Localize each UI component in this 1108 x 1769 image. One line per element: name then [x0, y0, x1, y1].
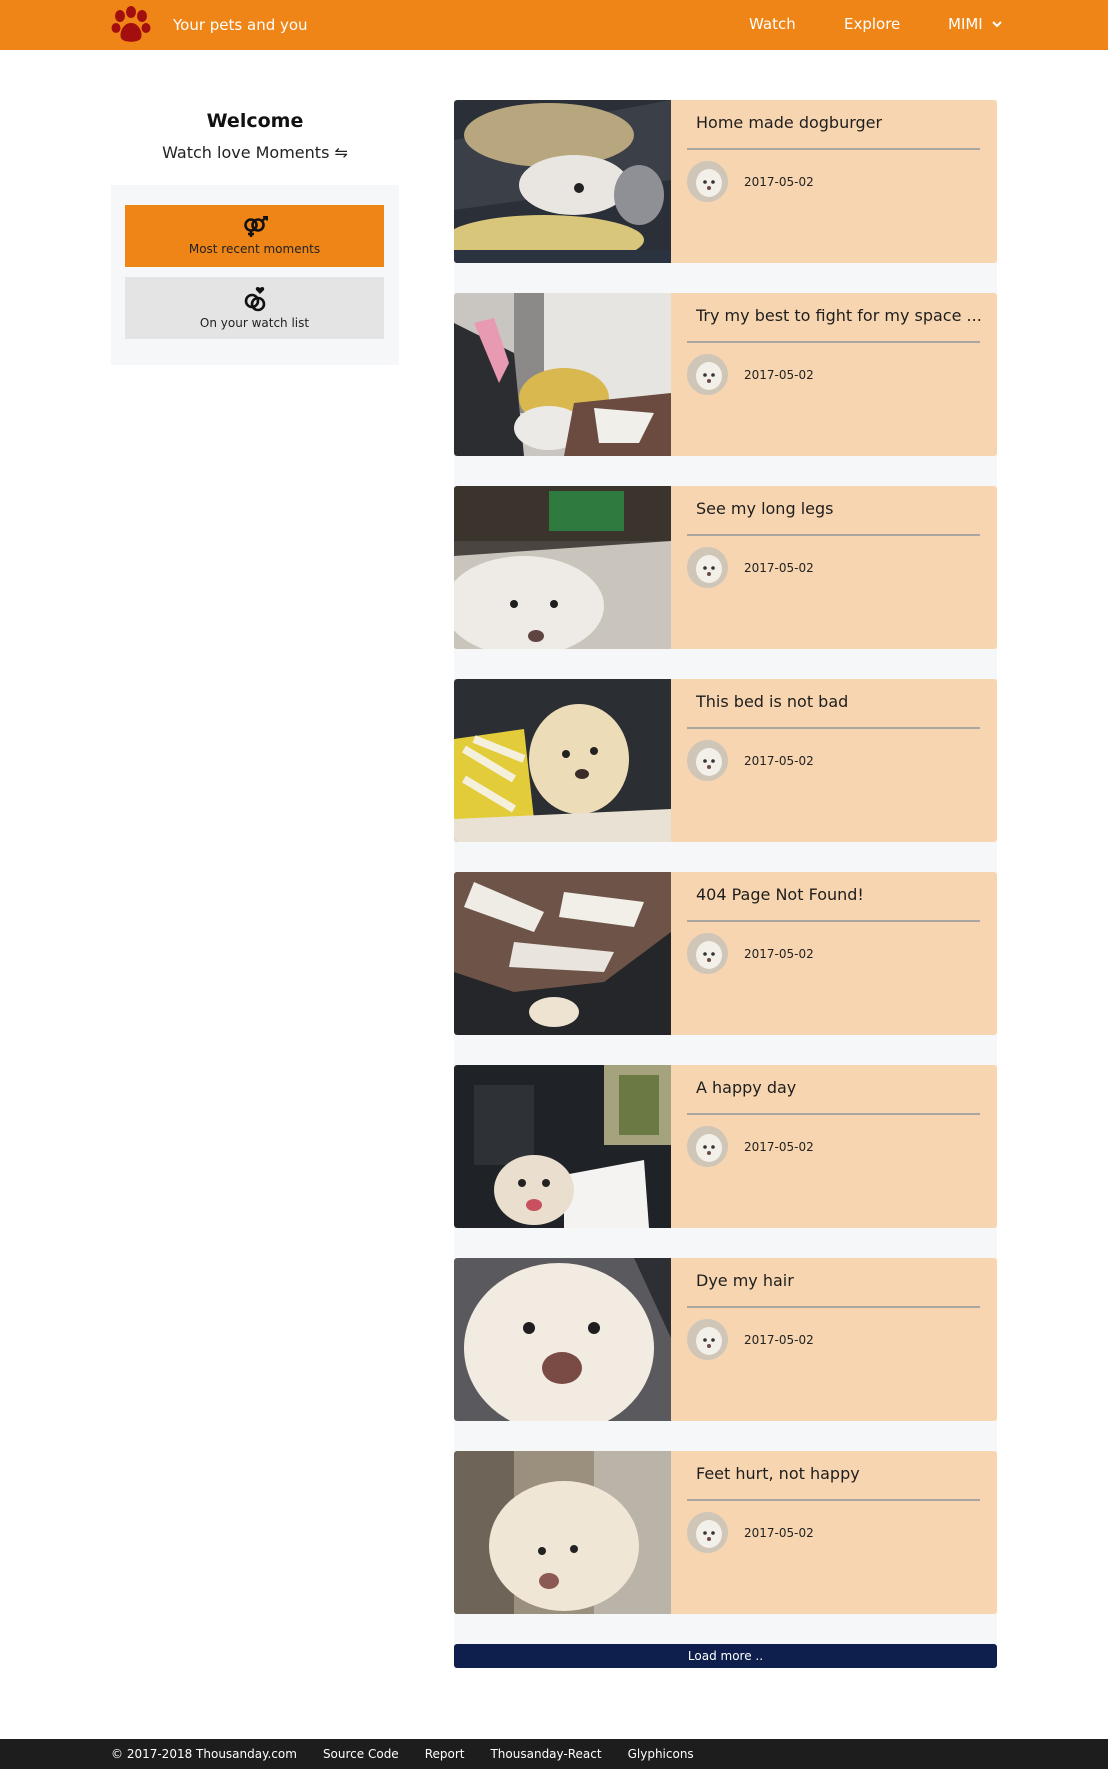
avatar[interactable] — [687, 740, 728, 781]
moment-card[interactable]: A happy day 2017-05-02 — [454, 1065, 997, 1228]
moment-title[interactable]: Dye my hair — [696, 1271, 794, 1290]
footer-link-report[interactable]: Report — [425, 1747, 465, 1761]
moment-card-slot: A happy day 2017-05-02 — [454, 1065, 997, 1258]
moment-card-slot: Dye my hair 2017-05-02 — [454, 1258, 997, 1451]
most-recent-moments-label: Most recent moments — [188, 242, 321, 256]
divider — [687, 341, 980, 343]
divider — [687, 1306, 980, 1308]
moment-date: 2017-05-02 — [744, 1526, 814, 1540]
moment-card[interactable]: 404 Page Not Found! 2017-05-02 — [454, 872, 997, 1035]
user-menu[interactable]: MIMI — [948, 15, 1002, 33]
avatar[interactable] — [687, 1126, 728, 1167]
welcome-subtitle: Watch love Moments ⇋ — [162, 143, 348, 162]
moment-photo[interactable] — [454, 1258, 671, 1421]
moment-photo[interactable] — [454, 486, 671, 649]
moment-photo[interactable] — [454, 1451, 671, 1614]
moment-date: 2017-05-02 — [744, 175, 814, 189]
avatar[interactable] — [687, 354, 728, 395]
moment-title[interactable]: This bed is not bad — [696, 692, 848, 711]
sidebar-panel: Most recent moments On your watch list — [111, 185, 399, 365]
footer-link-source-code[interactable]: Source Code — [323, 1747, 399, 1761]
divider — [687, 534, 980, 536]
footer: © 2017-2018 Thousanday.com Source Code R… — [0, 1739, 1108, 1769]
watch-list-label: On your watch list — [199, 316, 310, 330]
moment-photo[interactable] — [454, 293, 671, 456]
moment-title[interactable]: See my long legs — [696, 499, 833, 518]
divider — [687, 1499, 980, 1501]
moment-photo[interactable] — [454, 872, 671, 1035]
moment-title[interactable]: 404 Page Not Found! — [696, 885, 864, 904]
avatar[interactable] — [687, 161, 728, 202]
nav-watch-link[interactable]: Watch — [749, 15, 796, 33]
moment-photo[interactable] — [454, 100, 671, 263]
moment-card[interactable]: Home made dogburger 2017-05-02 — [454, 100, 997, 263]
most-recent-moments-button[interactable]: Most recent moments — [125, 205, 384, 267]
moment-title[interactable]: Feet hurt, not happy — [696, 1464, 860, 1483]
chevron-down-icon — [992, 21, 1002, 28]
nav-explore-link[interactable]: Explore — [844, 15, 900, 33]
moment-card-slot: Feet hurt, not happy 2017-05-02 — [454, 1451, 997, 1644]
moment-title[interactable]: Try my best to fight for my space ... — [696, 306, 982, 325]
moment-date: 2017-05-02 — [744, 368, 814, 382]
divider — [687, 920, 980, 922]
avatar[interactable] — [687, 933, 728, 974]
top-navbar: Your pets and you Watch Explore MIMI — [0, 0, 1108, 50]
moment-card-slot: 404 Page Not Found! 2017-05-02 — [454, 872, 997, 1065]
moment-card-slot: This bed is not bad 2017-05-02 — [454, 679, 997, 872]
footer-link-glyphicons[interactable]: Glyphicons — [628, 1747, 694, 1761]
moment-date: 2017-05-02 — [744, 754, 814, 768]
moment-card[interactable]: Dye my hair 2017-05-02 — [454, 1258, 997, 1421]
load-more-button[interactable]: Load more .. — [454, 1644, 997, 1668]
linked-rings-icon — [244, 286, 265, 312]
moment-title[interactable]: A happy day — [696, 1078, 796, 1097]
moment-card-slot: Home made dogburger 2017-05-02 — [454, 100, 997, 293]
moment-date: 2017-05-02 — [744, 1140, 814, 1154]
avatar[interactable] — [687, 1319, 728, 1360]
user-name: MIMI — [948, 15, 983, 33]
moment-card[interactable]: This bed is not bad 2017-05-02 — [454, 679, 997, 842]
paw-icon[interactable] — [108, 6, 154, 44]
welcome-title: Welcome — [206, 110, 304, 132]
brand-name[interactable]: Your pets and you — [173, 16, 308, 34]
moment-photo[interactable] — [454, 1065, 671, 1228]
divider — [687, 1113, 980, 1115]
moment-card[interactable]: See my long legs 2017-05-02 — [454, 486, 997, 649]
moment-card[interactable]: Feet hurt, not happy 2017-05-02 — [454, 1451, 997, 1614]
divider — [687, 148, 980, 150]
gender-symbols-icon — [243, 216, 268, 237]
moment-title[interactable]: Home made dogburger — [696, 113, 882, 132]
divider — [687, 727, 980, 729]
watch-list-button[interactable]: On your watch list — [125, 277, 384, 339]
footer-link-thousanday-react[interactable]: Thousanday-React — [490, 1747, 601, 1761]
moment-photo[interactable] — [454, 679, 671, 842]
moment-card-slot: See my long legs 2017-05-02 — [454, 486, 997, 679]
moment-date: 2017-05-02 — [744, 561, 814, 575]
moment-date: 2017-05-02 — [744, 947, 814, 961]
moment-card-slot: Try my best to fight for my space ... 20… — [454, 293, 997, 486]
avatar[interactable] — [687, 547, 728, 588]
footer-copyright: © 2017-2018 Thousanday.com — [111, 1747, 297, 1761]
moment-date: 2017-05-02 — [744, 1333, 814, 1347]
moments-feed: Home made dogburger 2017-05-02 Try my be… — [454, 100, 997, 1644]
avatar[interactable] — [687, 1512, 728, 1553]
moment-card[interactable]: Try my best to fight for my space ... 20… — [454, 293, 997, 456]
